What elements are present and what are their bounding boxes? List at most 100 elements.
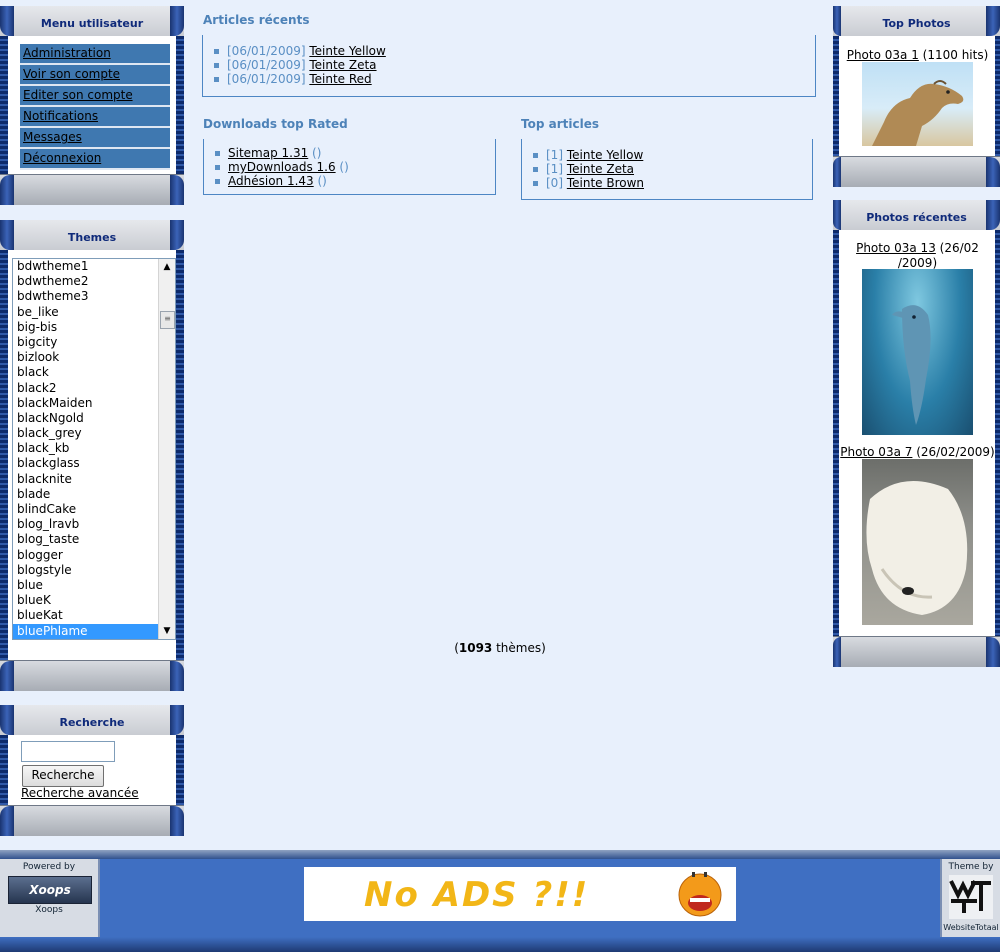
- theme-option[interactable]: blogstyle: [13, 563, 175, 578]
- top-photos-header: Top Photos: [833, 6, 1000, 37]
- advanced-search-link[interactable]: Recherche avancée: [21, 786, 139, 800]
- top-articles-box: [1] Teinte Yellow [1] Teinte Zeta [0] Te…: [521, 139, 813, 200]
- scroll-thumb[interactable]: ≡: [160, 311, 175, 329]
- article-link[interactable]: Teinte Zeta: [309, 58, 376, 72]
- theme-option[interactable]: be_like: [13, 305, 175, 320]
- theme-option[interactable]: bigcity: [13, 335, 175, 350]
- shouting-face-icon: [678, 872, 722, 917]
- xoops-caption: Xoops: [35, 905, 63, 915]
- theme-option[interactable]: blog_lravb: [13, 517, 175, 532]
- photo-link[interactable]: Photo 03a 7: [840, 445, 912, 459]
- article-link[interactable]: Teinte Red: [309, 72, 371, 86]
- scroll-down-arrow-icon[interactable]: ▼: [159, 623, 175, 639]
- theme-option[interactable]: black2: [13, 381, 175, 396]
- search-title: Recherche: [59, 716, 125, 729]
- search-button[interactable]: Recherche: [22, 765, 104, 787]
- themes-header: Themes: [0, 220, 184, 251]
- theme-option[interactable]: blade: [13, 487, 175, 502]
- xoops-logo[interactable]: Xoops: [8, 876, 92, 904]
- list-item: Sitemap 1.31 (): [204, 146, 495, 160]
- menu-item-messages[interactable]: Messages: [20, 128, 170, 149]
- polar-bear-photo[interactable]: [862, 459, 973, 625]
- theme-option[interactable]: blueK: [13, 593, 175, 608]
- recent-articles-box: [06/01/2009] Teinte Yellow [06/01/2009] …: [202, 35, 816, 97]
- theme-option[interactable]: blog_taste: [13, 532, 175, 547]
- top-articles-list: [1] Teinte Yellow [1] Teinte Zeta [0] Te…: [522, 139, 812, 191]
- list-item: [06/01/2009] Teinte Zeta: [203, 58, 815, 72]
- downloads-box: Sitemap 1.31 () myDownloads 1.6 () Adhés…: [203, 139, 496, 195]
- user-menu-title: Menu utilisateur: [40, 17, 144, 30]
- powered-by-label: Powered by: [22, 862, 76, 872]
- article-link[interactable]: Teinte Yellow: [567, 148, 643, 162]
- theme-option[interactable]: big-bis: [13, 320, 175, 335]
- recent-articles-title: Articles récents: [203, 13, 310, 27]
- list-item: [06/01/2009] Teinte Red: [203, 72, 815, 86]
- downloads-list: Sitemap 1.31 () myDownloads 1.6 () Adhés…: [204, 139, 495, 189]
- theme-option[interactable]: black: [13, 365, 175, 380]
- download-link[interactable]: myDownloads 1.6: [228, 160, 336, 174]
- theme-option[interactable]: blindCake: [13, 502, 175, 517]
- search-header: Recherche: [0, 705, 184, 736]
- menu-item-editer-compte[interactable]: Editer son compte: [20, 86, 170, 107]
- banner-text: No ADS ?!!: [364, 875, 590, 915]
- article-link[interactable]: Teinte Yellow: [309, 44, 385, 58]
- websitetotaal-logo-icon[interactable]: [949, 875, 993, 919]
- ad-banner[interactable]: No ADS ?!!: [304, 867, 736, 921]
- recent-photo-caption-1: Photo 03a 13 (26/02/2009): [856, 241, 979, 270]
- themes-title: Themes: [67, 231, 117, 244]
- recent-photos-header: Photos récentes: [833, 200, 1000, 231]
- theme-option[interactable]: blogger: [13, 548, 175, 563]
- top-articles-title: Top articles: [521, 117, 599, 131]
- list-item: [1] Teinte Zeta: [522, 162, 812, 176]
- list-item: myDownloads 1.6 (): [204, 160, 495, 174]
- list-item: [06/01/2009] Teinte Yellow: [203, 44, 815, 58]
- recent-photo-caption-2: Photo 03a 7 (26/02/2009): [840, 445, 995, 459]
- theme-option[interactable]: blacknite: [13, 472, 175, 487]
- theme-list-scrollbar[interactable]: ▲ ≡ ▼: [158, 259, 175, 639]
- recent-photos-title: Photos récentes: [866, 211, 967, 224]
- photo-link[interactable]: Photo 03a 13: [856, 241, 936, 255]
- menu-item-notifications[interactable]: Notifications: [20, 107, 170, 128]
- powered-by-panel: Powered by Xoops Xoops: [0, 859, 100, 937]
- user-menu-header: Menu utilisateur: [0, 6, 184, 37]
- theme-option[interactable]: black_kb: [13, 441, 175, 456]
- theme-option[interactable]: bizlook: [13, 350, 175, 365]
- user-menu-list: Administration Voir son compte Editer so…: [20, 44, 170, 170]
- list-item: [0] Teinte Brown: [522, 176, 812, 190]
- list-item: [1] Teinte Yellow: [522, 148, 812, 162]
- dolphin-photo[interactable]: [862, 269, 973, 435]
- camel-photo[interactable]: [862, 62, 973, 146]
- theme-option[interactable]: bdwtheme1: [13, 259, 175, 274]
- download-link[interactable]: Sitemap 1.31: [228, 146, 308, 160]
- theme-select-list[interactable]: bdwtheme1 bdwtheme2 bdwtheme3 be_like big-bi…: [12, 258, 176, 640]
- menu-item-administration[interactable]: Administration: [20, 44, 170, 65]
- theme-by-panel: Theme by WebsiteTotaal: [940, 859, 1000, 937]
- websitetotaal-caption: WebsiteTotaal: [943, 923, 999, 932]
- camel-image-icon: [872, 80, 964, 146]
- theme-option[interactable]: blackglass: [13, 456, 175, 471]
- theme-option[interactable]: black_grey: [13, 426, 175, 441]
- scroll-up-arrow-icon[interactable]: ▲: [159, 259, 175, 275]
- theme-option[interactable]: blackNgold: [13, 411, 175, 426]
- article-link[interactable]: Teinte Zeta: [567, 162, 634, 176]
- top-photos-title: Top Photos: [882, 17, 951, 30]
- dolphin-image-icon: [892, 305, 931, 425]
- theme-option[interactable]: blueKat: [13, 608, 175, 623]
- top-photo-caption: Photo 03a 1 (1100 hits): [846, 48, 989, 62]
- theme-option[interactable]: bdwtheme2: [13, 274, 175, 289]
- download-link[interactable]: Adhésion 1.43: [228, 174, 314, 188]
- menu-item-voir-compte[interactable]: Voir son compte: [20, 65, 170, 86]
- photo-link[interactable]: Photo 03a 1: [847, 48, 919, 62]
- downloads-title: Downloads top Rated: [203, 117, 348, 131]
- page-footer: Powered by Xoops Xoops No ADS ?!! Theme …: [0, 850, 1000, 952]
- recent-articles-list: [06/01/2009] Teinte Yellow [06/01/2009] …: [203, 35, 815, 87]
- article-link[interactable]: Teinte Brown: [567, 176, 644, 190]
- search-input[interactable]: [21, 741, 115, 762]
- theme-option[interactable]: blue: [13, 578, 175, 593]
- theme-option[interactable]: bluePhlame: [13, 623, 175, 639]
- theme-option[interactable]: blackMaiden: [13, 396, 175, 411]
- theme-by-label: Theme by: [948, 862, 994, 872]
- polar-bear-image-icon: [866, 481, 968, 615]
- theme-option[interactable]: bdwtheme3: [13, 289, 175, 304]
- menu-item-deconnexion[interactable]: Déconnexion: [20, 149, 170, 170]
